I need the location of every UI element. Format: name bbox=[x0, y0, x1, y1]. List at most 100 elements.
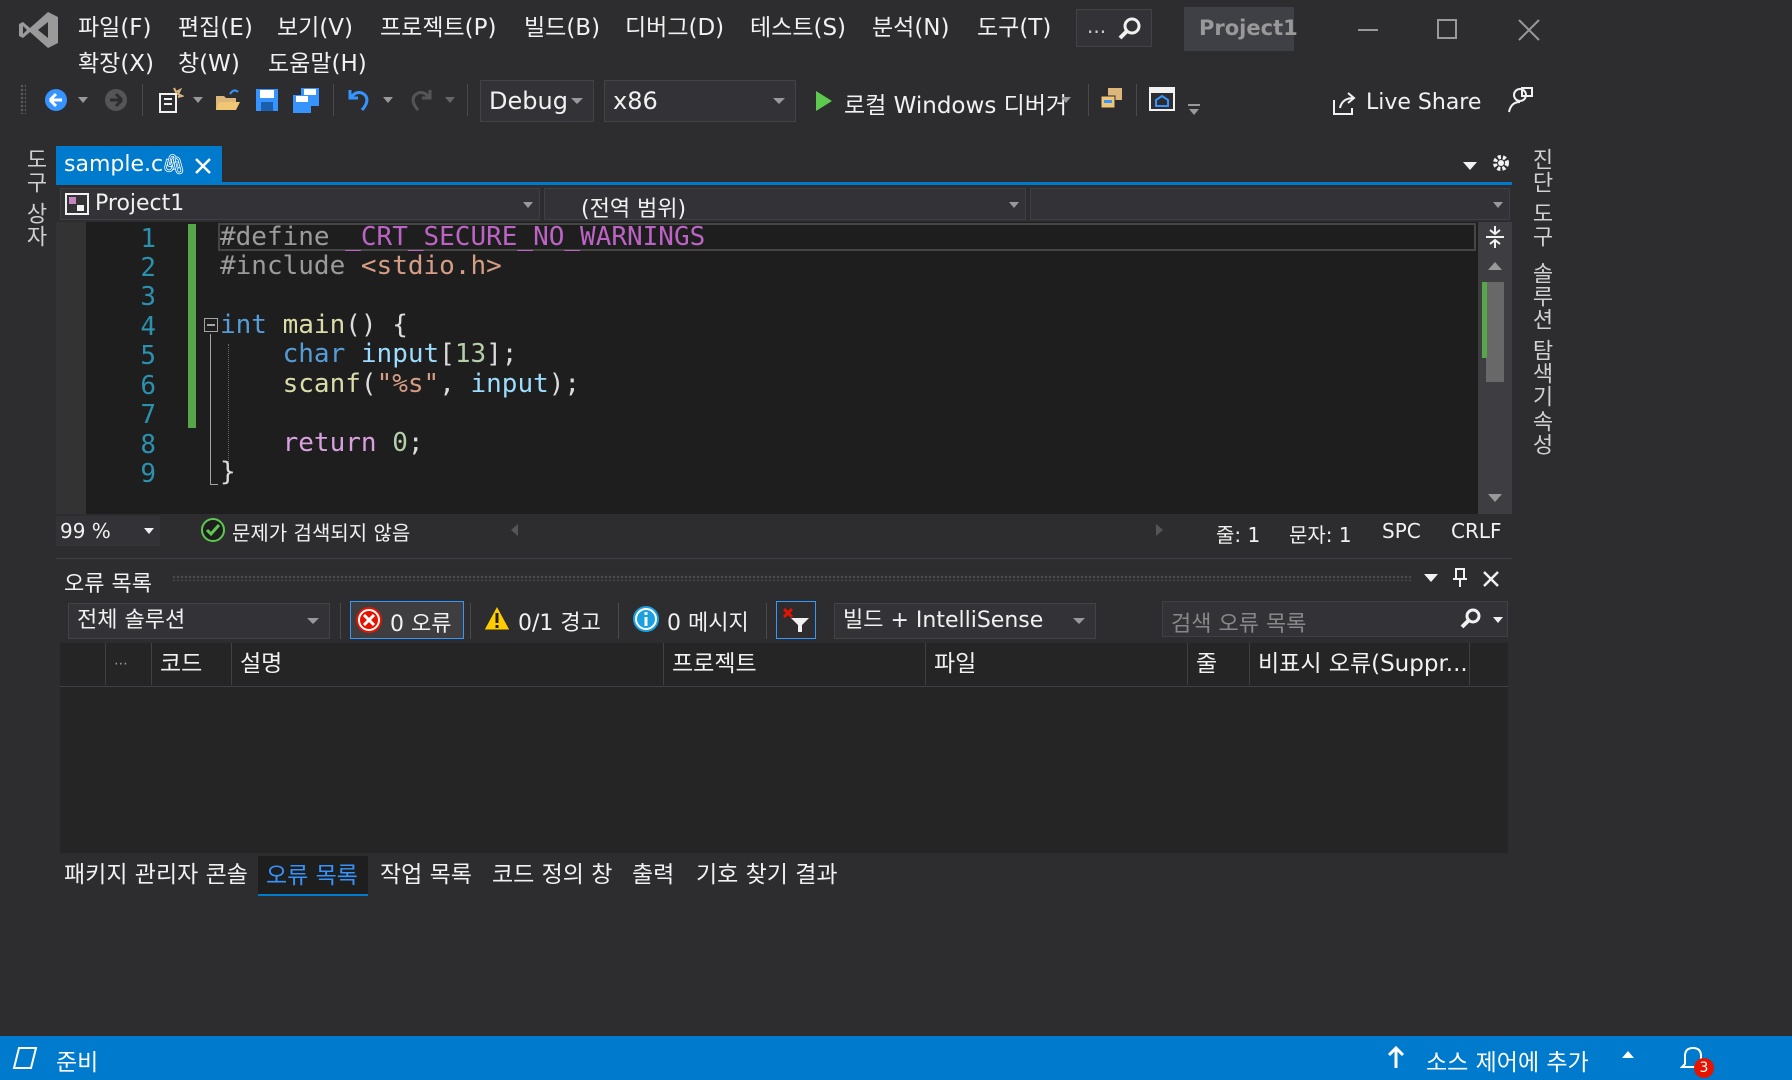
tab-find-symbol-results[interactable]: 기호 찾기 결과 bbox=[696, 856, 838, 894]
menu-project[interactable]: 프로젝트(P) bbox=[380, 8, 496, 42]
start-debugging-button[interactable]: 로컬 Windows 디버거 bbox=[808, 80, 1080, 122]
build-source-select[interactable]: 빌드 + IntelliSense bbox=[834, 603, 1096, 639]
tab-task-list[interactable]: 작업 목록 bbox=[380, 856, 472, 894]
project-nav-dropdown[interactable]: Project1 bbox=[60, 188, 540, 220]
live-share-button[interactable]: Live Share bbox=[1326, 86, 1481, 122]
column-header-icon[interactable] bbox=[60, 643, 106, 685]
navigate-forward-icon[interactable] bbox=[104, 88, 128, 112]
save-icon[interactable] bbox=[254, 87, 280, 113]
line-indicator[interactable]: 줄: 1 bbox=[1216, 519, 1260, 548]
close-window-icon[interactable] bbox=[1517, 18, 1541, 42]
navigate-back-icon[interactable] bbox=[44, 88, 68, 112]
menu-file[interactable]: 파일(F) bbox=[78, 8, 152, 42]
menu-edit[interactable]: 편집(E) bbox=[178, 8, 253, 42]
scrollbar-thumb[interactable] bbox=[1486, 282, 1504, 382]
outline-collapse-icon[interactable] bbox=[204, 318, 218, 332]
notifications-button[interactable]: 3 bbox=[1676, 1040, 1716, 1078]
close-tab-icon[interactable] bbox=[194, 157, 212, 175]
undo-dropdown-icon[interactable] bbox=[383, 97, 393, 103]
solution-config-select[interactable]: Debug bbox=[480, 80, 594, 122]
panel-dropdown-icon[interactable] bbox=[1424, 574, 1438, 582]
platform-select[interactable]: x86 bbox=[604, 80, 796, 122]
attach-process-icon[interactable] bbox=[1098, 86, 1124, 114]
close-panel-icon[interactable] bbox=[1482, 570, 1500, 588]
redo-icon[interactable] bbox=[408, 86, 436, 114]
menu-extensions[interactable]: 확장(X) bbox=[78, 44, 154, 78]
column-indicator[interactable]: 문자: 1 bbox=[1289, 519, 1352, 548]
menu-debug[interactable]: 디버그(D) bbox=[625, 8, 724, 42]
save-all-icon[interactable] bbox=[291, 86, 321, 114]
search-box[interactable]: ... bbox=[1076, 9, 1152, 47]
visual-studio-window: { "window": {"project_title": "Project1"… bbox=[0, 0, 1792, 1080]
undo-icon[interactable] bbox=[344, 86, 372, 114]
messages-filter-button[interactable]: 0 메시지 bbox=[628, 601, 752, 639]
search-icon[interactable] bbox=[1459, 607, 1483, 631]
warnings-filter-button[interactable]: 0/1 경고 bbox=[478, 601, 602, 639]
scope-select[interactable]: 전체 솔루션 bbox=[68, 603, 330, 639]
member-nav-dropdown[interactable] bbox=[1030, 188, 1510, 220]
error-list-body[interactable] bbox=[60, 687, 1508, 853]
tab-package-manager-console[interactable]: 패키지 관리자 콘솔 bbox=[64, 856, 248, 894]
clear-filter-button[interactable] bbox=[776, 601, 816, 639]
zoom-select[interactable]: 99 % bbox=[56, 516, 160, 546]
column-header-code[interactable]: 코드 bbox=[152, 643, 232, 685]
editor-tab-sample-c[interactable]: sample.c 🖇 bbox=[56, 146, 222, 184]
gear-icon[interactable] bbox=[1490, 152, 1512, 174]
toolbar-separator bbox=[618, 603, 619, 639]
scroll-left-icon[interactable] bbox=[511, 524, 518, 536]
column-header-file[interactable]: 파일 bbox=[926, 643, 1188, 685]
vertical-scrollbar[interactable] bbox=[1478, 222, 1512, 514]
search-options-dropdown-icon[interactable] bbox=[1493, 617, 1503, 623]
redo-dropdown-icon[interactable] bbox=[445, 97, 455, 103]
issues-status[interactable]: 문제가 검색되지 않음 bbox=[232, 517, 410, 546]
menu-view[interactable]: 보기(V) bbox=[277, 8, 353, 42]
menu-tools[interactable]: 도구(T) bbox=[977, 8, 1051, 42]
pin-icon[interactable] bbox=[1452, 567, 1468, 589]
chevron-down-icon bbox=[144, 528, 154, 534]
add-to-source-control-button[interactable]: 소스 제어에 추가 bbox=[1386, 1040, 1634, 1076]
toolbar-grip[interactable] bbox=[20, 84, 26, 114]
errors-filter-button[interactable]: 0 오류 bbox=[350, 601, 464, 639]
pin-icon[interactable]: 🖇 bbox=[161, 152, 186, 176]
column-header-description[interactable]: 설명 bbox=[232, 643, 664, 685]
debugger-dropdown-icon[interactable] bbox=[1061, 97, 1071, 103]
new-dropdown-icon[interactable] bbox=[193, 97, 203, 103]
column-header-project[interactable]: 프로젝트 bbox=[664, 643, 926, 685]
column-header-suppression[interactable]: 비표시 오류(Suppr... bbox=[1250, 643, 1470, 685]
tab-list-dropdown-icon[interactable] bbox=[1463, 162, 1477, 170]
tab-output[interactable]: 출력 bbox=[632, 856, 674, 894]
feedback-icon[interactable] bbox=[1506, 86, 1534, 114]
menu-window[interactable]: 창(W) bbox=[178, 44, 240, 78]
live-share-label: Live Share bbox=[1366, 90, 1482, 115]
share-icon bbox=[1333, 92, 1356, 115]
back-dropdown-icon[interactable] bbox=[78, 97, 88, 103]
maximize-icon[interactable] bbox=[1437, 19, 1457, 39]
column-header-line[interactable]: 줄 bbox=[1188, 643, 1250, 685]
menu-test[interactable]: 테스트(S) bbox=[750, 8, 846, 42]
solution-explorer-tab[interactable]: 솔루션 탐색기 bbox=[1524, 262, 1556, 408]
minimize-icon[interactable] bbox=[1356, 18, 1380, 42]
scroll-down-icon[interactable] bbox=[1488, 494, 1502, 502]
menu-build[interactable]: 빌드(B) bbox=[524, 8, 600, 42]
new-project-icon[interactable] bbox=[156, 86, 185, 114]
scope-nav-dropdown[interactable]: (전역 범위) bbox=[544, 188, 1026, 222]
toolbar-overflow-icon[interactable] bbox=[1188, 104, 1200, 116]
menu-help[interactable]: 도움말(H) bbox=[268, 44, 367, 78]
whitespace-indicator[interactable]: SPC bbox=[1382, 519, 1421, 543]
error-search-input[interactable]: 검색 오류 목록 bbox=[1162, 601, 1508, 637]
tab-error-list[interactable]: 오류 목록 bbox=[258, 856, 368, 896]
toolbox-tab[interactable]: 도구 상자 bbox=[18, 148, 50, 248]
visual-studio-logo-icon bbox=[18, 10, 60, 50]
scroll-right-icon[interactable] bbox=[1156, 524, 1163, 536]
tab-code-definition[interactable]: 코드 정의 창 bbox=[492, 856, 612, 894]
browser-link-icon[interactable] bbox=[1148, 86, 1176, 114]
split-editor-icon[interactable] bbox=[1484, 224, 1506, 250]
line-ending-indicator[interactable]: CRLF bbox=[1451, 519, 1502, 543]
column-header-filter[interactable]: ⋯ bbox=[106, 643, 152, 685]
properties-tab[interactable]: 속성 bbox=[1524, 410, 1556, 456]
code-editor[interactable]: 1 2 3 4 5 6 7 8 9 #define _CRT_SECURE_NO… bbox=[56, 222, 1512, 514]
scroll-up-icon[interactable] bbox=[1488, 262, 1502, 270]
menu-analyze[interactable]: 분석(N) bbox=[872, 8, 949, 42]
open-file-icon[interactable] bbox=[214, 86, 242, 114]
diagnostic-tools-tab[interactable]: 진단 도구 bbox=[1524, 148, 1556, 248]
